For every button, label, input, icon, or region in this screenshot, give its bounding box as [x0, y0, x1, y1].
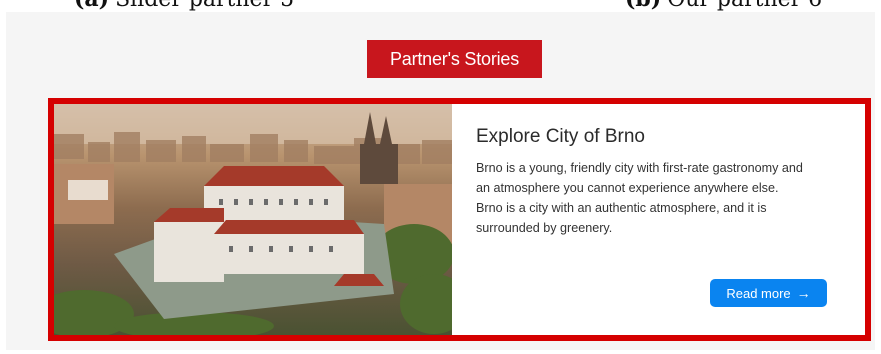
story-description: Brno is a young, friendly city with firs… [476, 161, 803, 235]
partner-story-card: Explore City of Brno Brno is a young, fr… [48, 98, 871, 341]
caption-left: (a)Slider partner 5 [74, 0, 294, 12]
figure-captions: (a)Slider partner 5 (b)Our partner 6 [0, 0, 881, 12]
partners-section: Partner's Stories Explore City of Brno B… [6, 12, 875, 350]
story-content: Explore City of Brno Brno is a young, fr… [452, 104, 865, 335]
arrow-right-icon: → [796, 285, 811, 301]
caption-right: (b)Our partner 6 [625, 0, 822, 12]
story-title: Explore City of Brno [476, 126, 645, 147]
read-more-button[interactable]: Read more → [710, 279, 827, 307]
castle-photo-illustration [54, 104, 452, 335]
section-heading: Partner's Stories [367, 40, 542, 78]
read-more-label: Read more [726, 285, 791, 301]
story-image [54, 104, 452, 335]
